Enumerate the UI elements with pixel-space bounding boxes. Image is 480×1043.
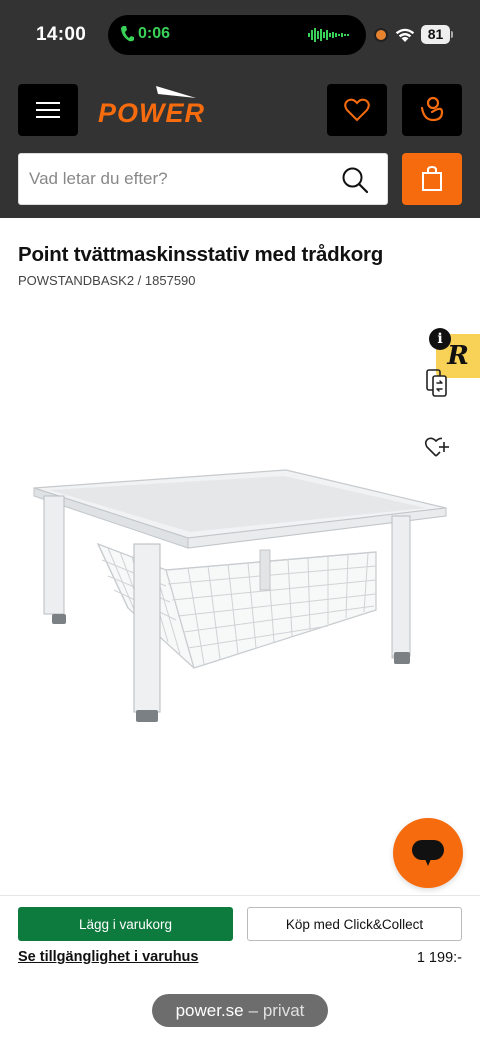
battery-indicator: 81 bbox=[421, 25, 453, 44]
info-icon[interactable]: i bbox=[429, 328, 451, 350]
brand-name: POWER bbox=[98, 98, 205, 126]
call-timer: 0:06 bbox=[138, 25, 171, 42]
browser-url-pill[interactable]: power.se – privat bbox=[152, 994, 328, 1027]
user-icon bbox=[420, 96, 444, 122]
account-button[interactable] bbox=[402, 84, 462, 136]
compare-icon[interactable] bbox=[425, 368, 449, 398]
dynamic-island[interactable]: 0:06 bbox=[108, 15, 366, 55]
status-time: 14:00 bbox=[36, 24, 87, 45]
privacy-indicator-dot bbox=[376, 30, 386, 40]
add-to-wishlist-icon[interactable] bbox=[424, 436, 450, 460]
browsing-mode: – privat bbox=[248, 1000, 305, 1020]
search-icon[interactable] bbox=[341, 166, 369, 194]
shopping-bag-icon bbox=[422, 166, 442, 191]
product-image[interactable] bbox=[28, 460, 448, 730]
wifi-icon bbox=[395, 28, 415, 42]
add-to-cart-button[interactable]: Lägg i varukorg bbox=[18, 907, 233, 941]
product-title: Point tvättmaskinsstativ med trådkorg bbox=[18, 243, 384, 266]
store-availability-link[interactable]: Se tillgänglighet i varuhus bbox=[18, 949, 198, 965]
audio-waveform-icon bbox=[308, 28, 349, 42]
search-input[interactable] bbox=[19, 154, 329, 204]
chat-bubble-icon bbox=[412, 840, 444, 866]
menu-button[interactable] bbox=[18, 84, 78, 136]
cart-button[interactable] bbox=[402, 153, 462, 205]
click-collect-button[interactable]: Köp med Click&Collect bbox=[247, 907, 462, 941]
wishlist-button[interactable] bbox=[327, 84, 387, 136]
phone-icon bbox=[121, 26, 134, 42]
search-bar[interactable] bbox=[18, 153, 388, 205]
heart-icon bbox=[344, 98, 370, 122]
power-logo[interactable]: POWER bbox=[96, 84, 260, 126]
product-sku: POWSTANDBASK2 / 1857590 bbox=[18, 273, 196, 288]
hamburger-menu-icon bbox=[36, 102, 60, 118]
chat-button[interactable] bbox=[393, 818, 463, 888]
battery-level: 81 bbox=[427, 26, 444, 42]
price: 1 199:- bbox=[416, 950, 462, 966]
review-badge-letter: R bbox=[447, 341, 469, 371]
url-host: power.se bbox=[175, 1000, 244, 1020]
